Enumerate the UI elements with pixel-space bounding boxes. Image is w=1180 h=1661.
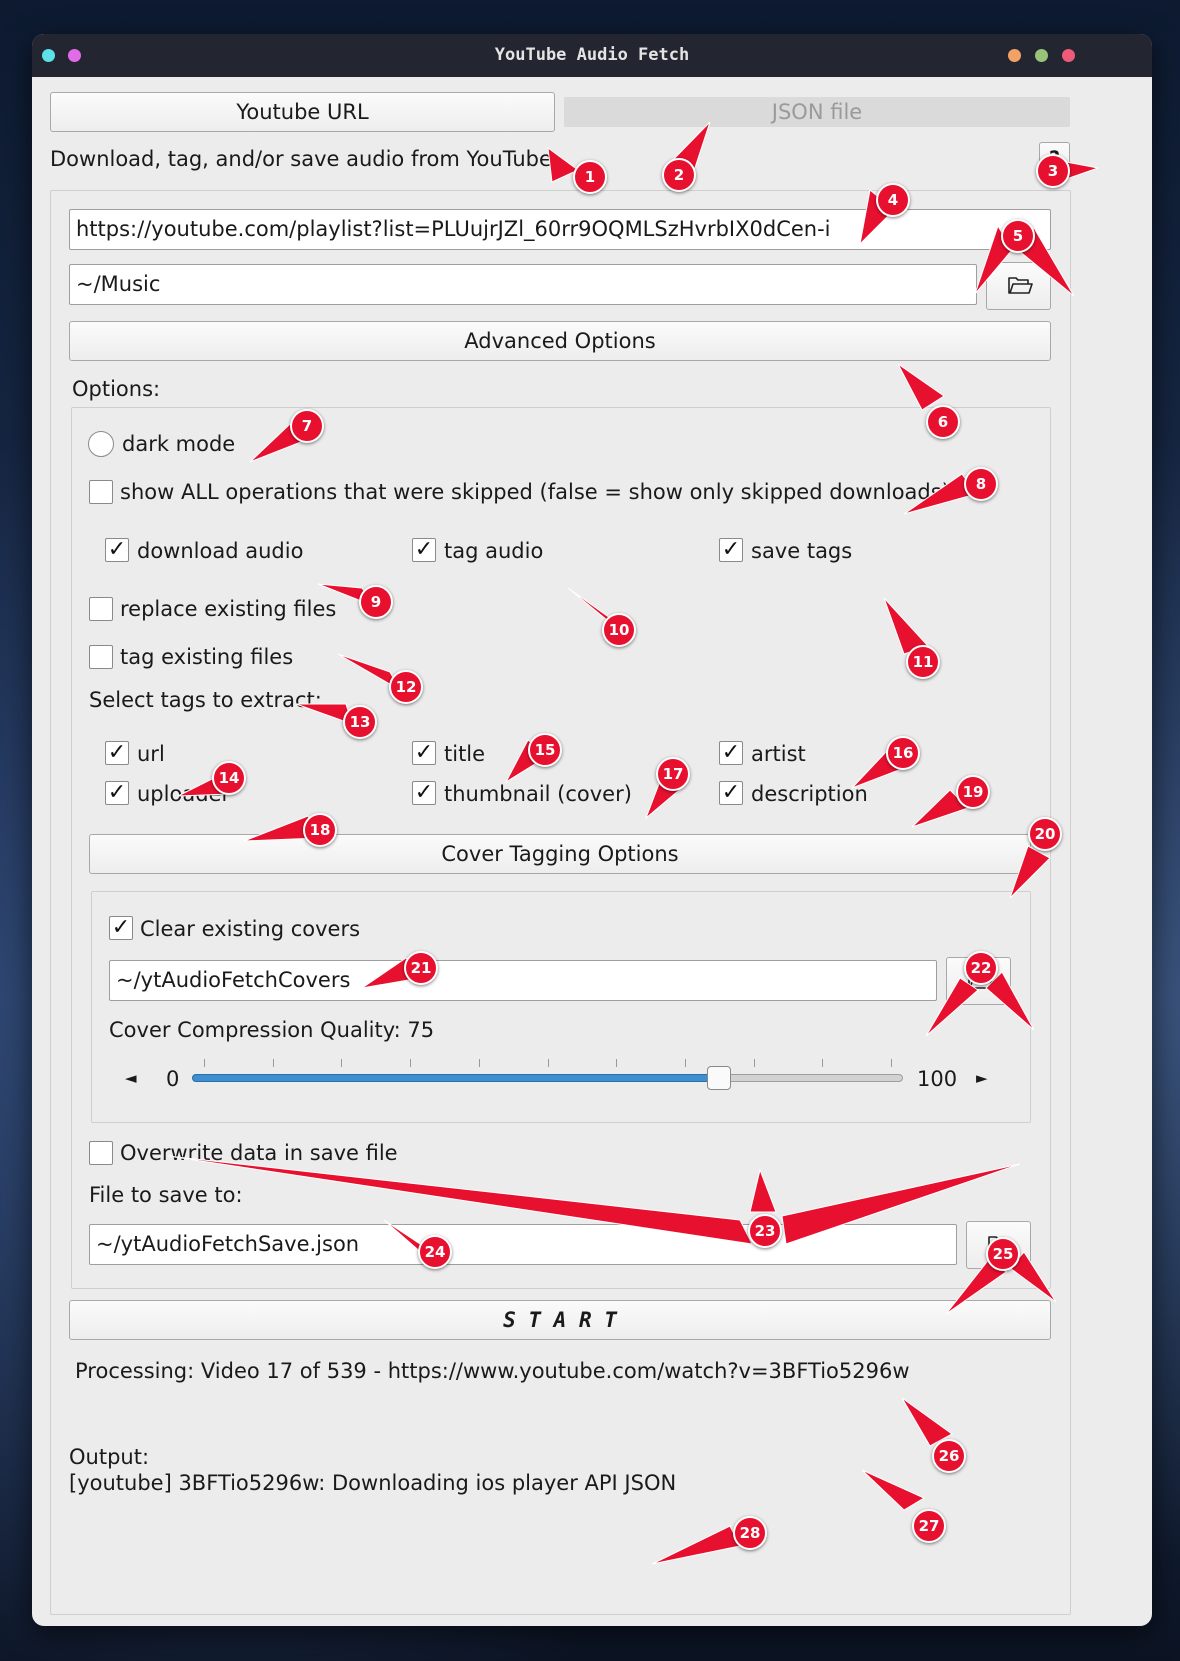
callout-arrows bbox=[167, 121, 1100, 1565]
marker-13: 13 bbox=[343, 705, 377, 739]
marker-18: 18 bbox=[303, 813, 337, 847]
callout-arrow-23a bbox=[167, 1155, 753, 1245]
callout-arrow-27 bbox=[861, 1469, 926, 1511]
marker-23: 23 bbox=[748, 1214, 782, 1248]
callout-arrow-20 bbox=[1009, 845, 1051, 899]
marker-22: 22 bbox=[964, 951, 998, 985]
marker-1: 1 bbox=[573, 160, 607, 194]
marker-17: 17 bbox=[656, 757, 690, 791]
marker-4: 4 bbox=[876, 183, 910, 217]
marker-20: 20 bbox=[1028, 817, 1062, 851]
callout-arrow-22b bbox=[985, 971, 1035, 1031]
marker-9: 9 bbox=[359, 585, 393, 619]
marker-2: 2 bbox=[662, 158, 696, 192]
marker-21: 21 bbox=[404, 951, 438, 985]
marker-15: 15 bbox=[528, 733, 562, 767]
marker-27: 27 bbox=[912, 1509, 946, 1543]
marker-5: 5 bbox=[1001, 219, 1035, 253]
marker-3: 3 bbox=[1036, 154, 1070, 188]
marker-14: 14 bbox=[212, 761, 246, 795]
marker-24: 24 bbox=[418, 1235, 452, 1269]
marker-6: 6 bbox=[926, 405, 960, 439]
marker-11: 11 bbox=[906, 645, 940, 679]
marker-12: 12 bbox=[389, 670, 423, 704]
marker-26: 26 bbox=[932, 1439, 966, 1473]
marker-25: 25 bbox=[986, 1237, 1020, 1271]
callout-arrow-23c bbox=[781, 1163, 1021, 1245]
callout-arrow-28 bbox=[651, 1525, 741, 1565]
callout-arrow-22a bbox=[925, 977, 979, 1037]
marker-19: 19 bbox=[956, 775, 990, 809]
marker-7: 7 bbox=[290, 409, 324, 443]
marker-28: 28 bbox=[733, 1516, 767, 1550]
callout-arrow-6 bbox=[897, 363, 945, 411]
callout-arrow-23b bbox=[749, 1168, 777, 1213]
marker-8: 8 bbox=[964, 467, 998, 501]
marker-16: 16 bbox=[886, 736, 920, 770]
marker-10: 10 bbox=[602, 613, 636, 647]
